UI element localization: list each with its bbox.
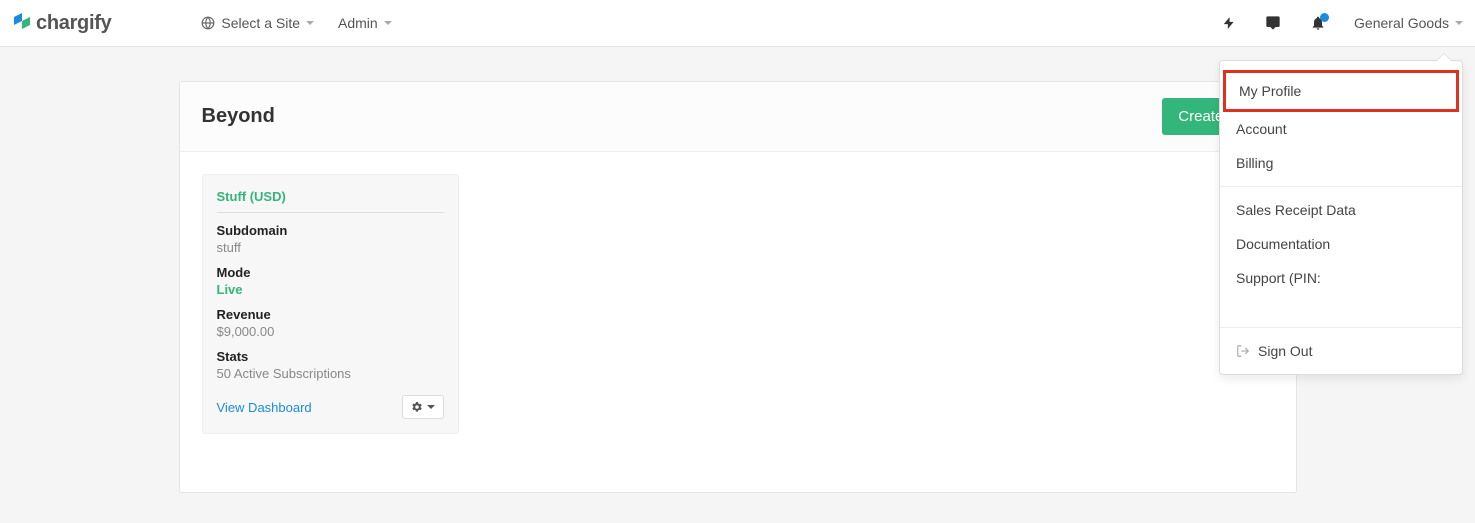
account-label: General Goods: [1354, 15, 1449, 31]
menu-support[interactable]: Support (PIN:: [1220, 261, 1462, 295]
panel-body: Stuff (USD) Subdomain stuff Mode Live Re…: [180, 152, 1296, 492]
chevron-down-icon: [384, 21, 392, 25]
panel-header: Beyond Create New: [180, 82, 1296, 152]
site-card-title[interactable]: Stuff (USD): [217, 189, 444, 213]
bolt-icon[interactable]: [1222, 15, 1236, 31]
account-dropdown[interactable]: General Goods: [1354, 15, 1463, 31]
menu-label: Sign Out: [1258, 343, 1312, 359]
globe-icon: [201, 16, 215, 30]
chevron-down-icon: [306, 21, 314, 25]
menu-account[interactable]: Account: [1220, 112, 1462, 146]
chargify-logo-icon: [12, 13, 32, 33]
brand-logo[interactable]: chargify: [12, 12, 111, 35]
nav-left: Select a Site Admin: [201, 15, 391, 31]
site-card: Stuff (USD) Subdomain stuff Mode Live Re…: [202, 174, 459, 434]
chevron-down-icon: [427, 405, 435, 409]
notifications-icon[interactable]: [1310, 15, 1326, 31]
field-label: Stats: [217, 349, 444, 364]
select-site-dropdown[interactable]: Select a Site: [201, 15, 314, 31]
view-dashboard-link[interactable]: View Dashboard: [217, 400, 312, 415]
menu-sales-receipt[interactable]: Sales Receipt Data: [1220, 193, 1462, 227]
menu-label: Account: [1236, 121, 1287, 137]
field-value: stuff: [217, 240, 444, 255]
admin-dropdown[interactable]: Admin: [338, 15, 392, 31]
notification-dot-icon: [1320, 13, 1329, 22]
brand-name: chargify: [36, 12, 111, 35]
menu-divider: [1220, 186, 1462, 187]
top-navbar: chargify Select a Site Admin: [0, 0, 1475, 47]
field-revenue: Revenue $9,000.00: [217, 307, 444, 339]
chevron-down-icon: [1455, 21, 1463, 25]
menu-divider: [1220, 327, 1462, 328]
highlighted-menu-item: My Profile: [1223, 70, 1459, 112]
field-label: Mode: [217, 265, 444, 280]
field-value: Live: [217, 282, 444, 297]
gear-icon: [411, 401, 423, 413]
nav-right: General Goods My Profile Account Billing…: [1222, 15, 1463, 31]
field-value: 50 Active Subscriptions: [217, 366, 444, 381]
field-label: Revenue: [217, 307, 444, 322]
admin-label: Admin: [338, 15, 378, 31]
field-label: Subdomain: [217, 223, 444, 238]
chat-icon[interactable]: [1264, 15, 1282, 31]
card-footer: View Dashboard: [217, 395, 444, 419]
sign-out-icon: [1236, 344, 1250, 358]
menu-label: Billing: [1236, 155, 1273, 171]
main-panel: Beyond Create New Stuff (USD) Subdomain …: [179, 81, 1297, 493]
field-stats: Stats 50 Active Subscriptions: [217, 349, 444, 381]
menu-label: Sales Receipt Data: [1236, 202, 1356, 218]
menu-label: Support (PIN:: [1236, 270, 1321, 286]
menu-documentation[interactable]: Documentation: [1220, 227, 1462, 261]
field-subdomain: Subdomain stuff: [217, 223, 444, 255]
site-settings-button[interactable]: [402, 395, 444, 419]
menu-label: Documentation: [1236, 236, 1330, 252]
field-value: $9,000.00: [217, 324, 444, 339]
field-mode: Mode Live: [217, 265, 444, 297]
page-title: Beyond: [202, 105, 275, 128]
menu-sign-out[interactable]: Sign Out: [1220, 334, 1462, 368]
select-site-label: Select a Site: [221, 15, 300, 31]
account-dropdown-menu: My Profile Account Billing Sales Receipt…: [1219, 60, 1463, 375]
menu-label: My Profile: [1239, 83, 1301, 99]
menu-my-profile[interactable]: My Profile: [1226, 73, 1456, 109]
menu-billing[interactable]: Billing: [1220, 146, 1462, 180]
